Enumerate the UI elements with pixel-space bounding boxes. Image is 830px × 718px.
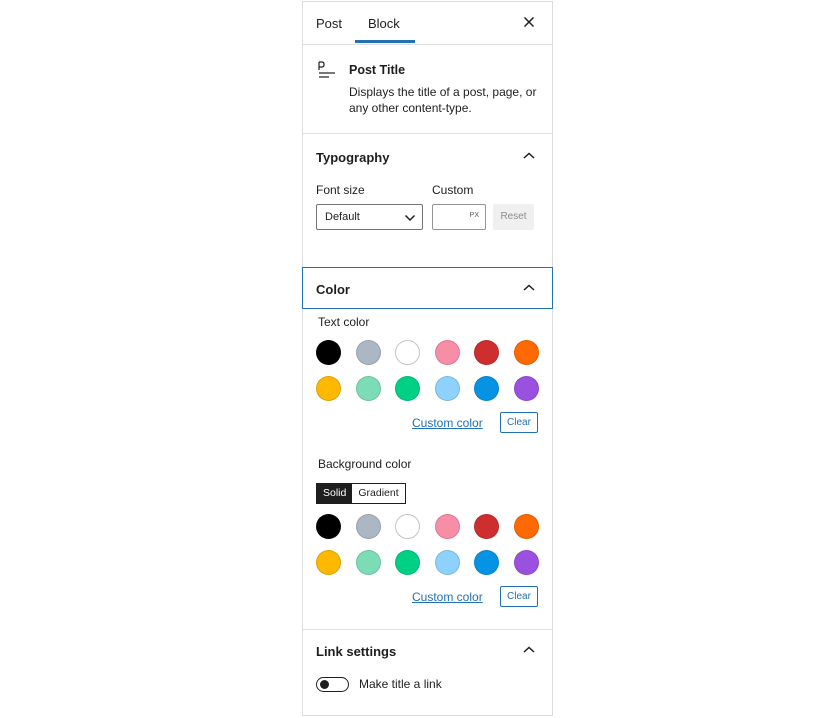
background-color-swatch[interactable] [395,550,420,575]
solid-option[interactable]: Solid [317,484,353,503]
unit-label: PX [469,212,479,219]
background-color-swatch[interactable] [513,550,539,575]
font-size-label: Font size [316,183,365,197]
background-custom-color-button[interactable]: Custom color [412,590,483,604]
text-color-swatch[interactable] [355,340,381,365]
text-color-swatch[interactable] [316,340,341,365]
background-color-swatch[interactable] [434,514,460,539]
block-settings-sidebar: Post Block Post Title Displays the title… [302,1,553,716]
custom-size-input[interactable]: PX [432,204,486,230]
tab-post[interactable]: Post [316,16,342,31]
color-panel-toggle[interactable]: Color [302,267,553,309]
text-color-swatch[interactable] [513,376,539,401]
background-color-swatch[interactable] [474,514,499,539]
background-color-swatch[interactable] [355,550,381,575]
text-color-label: Text color [318,315,370,329]
font-size-value: Default [325,211,360,223]
custom-size-label: Custom [432,183,474,197]
block-card: Post Title Displays the title of a post,… [303,45,552,134]
background-color-swatch[interactable] [395,514,420,539]
color-title: Color [316,282,350,297]
block-title: Post Title [349,63,406,77]
chevron-down-icon [404,214,416,222]
chevron-up-icon [523,284,535,291]
post-title-icon [318,61,335,78]
typography-toggle[interactable]: Typography [316,150,389,165]
typography-panel: Typography Font size Custom Default PX R… [303,134,552,267]
background-color-swatch[interactable] [355,514,381,539]
color-panel: Text color Custom color Clear Background… [303,309,552,630]
background-clear-button[interactable]: Clear [500,586,538,607]
background-color-swatch[interactable] [316,550,341,575]
font-size-select[interactable]: Default [316,204,423,230]
active-tab-indicator [355,40,415,43]
chevron-up-icon[interactable] [522,151,536,161]
text-color-swatch[interactable] [474,376,499,401]
close-icon[interactable] [521,14,537,30]
text-color-swatch[interactable] [395,376,420,401]
background-color-swatch[interactable] [316,514,341,539]
toggle-knob [320,680,329,689]
make-title-link-label: Make title a link [359,677,442,691]
background-color-swatch[interactable] [434,550,460,575]
make-title-link-toggle[interactable] [316,677,349,692]
text-color-swatch[interactable] [316,376,341,401]
reset-button[interactable]: Reset [493,204,534,230]
text-custom-color-button[interactable]: Custom color [412,416,483,430]
gradient-option[interactable]: Gradient [352,484,404,503]
text-clear-button[interactable]: Clear [500,412,538,433]
tab-block[interactable]: Block [368,16,400,31]
link-settings-toggle[interactable]: Link settings [316,644,396,659]
text-color-swatch[interactable] [513,340,539,365]
background-color-swatch[interactable] [513,514,539,539]
text-color-swatch[interactable] [355,376,381,401]
text-color-swatch[interactable] [395,340,420,365]
text-color-swatch[interactable] [474,340,499,365]
text-color-swatch[interactable] [434,376,460,401]
text-color-swatch[interactable] [434,340,460,365]
sidebar-tabs: Post Block [303,2,552,45]
chevron-up-icon[interactable] [522,645,536,655]
solid-gradient-toggle: Solid Gradient [316,483,406,504]
background-color-label: Background color [318,457,412,471]
block-description: Displays the title of a post, page, or a… [349,85,537,115]
link-settings-panel: Link settings Make title a link [303,630,552,716]
background-color-swatch[interactable] [474,550,499,575]
